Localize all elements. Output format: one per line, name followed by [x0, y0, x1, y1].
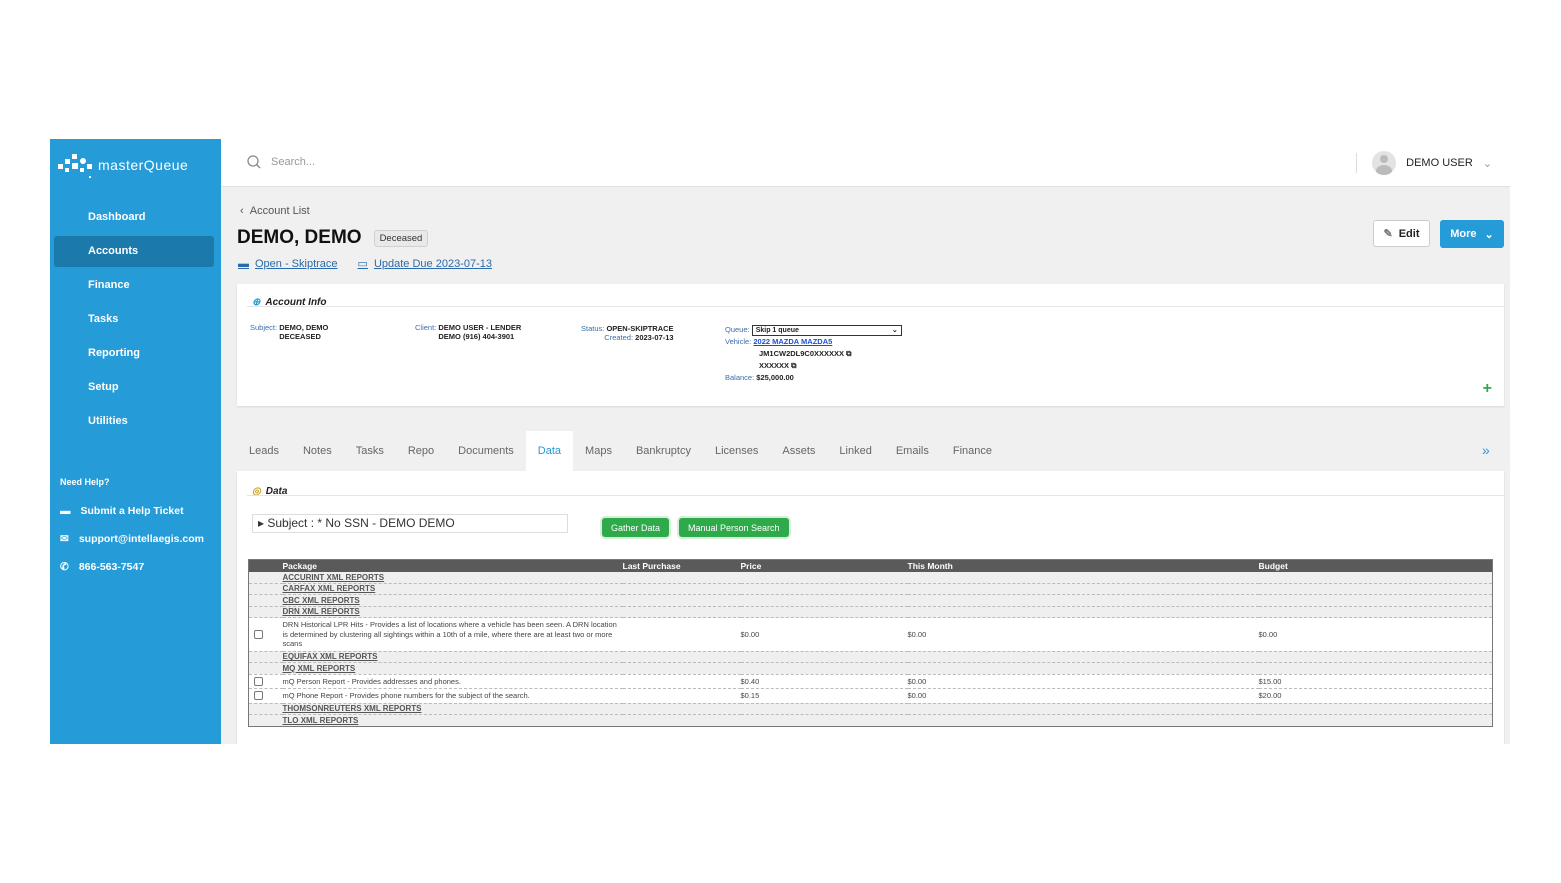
- status-badge: Deceased: [373, 229, 429, 247]
- app: masterQueue Dashboard Accounts Finance Task…: [50, 139, 1510, 744]
- table-row: mQ Person Report - Provides addresses an…: [248, 674, 1493, 689]
- copy-icon[interactable]: ⧉: [846, 349, 851, 358]
- add-icon[interactable]: +: [1483, 380, 1492, 398]
- tab-notes[interactable]: Notes: [291, 431, 344, 471]
- edit-button[interactable]: ✎ Edit: [1373, 220, 1430, 247]
- group-link[interactable]: EQUIFAX XML REPORTS: [283, 652, 378, 661]
- avatar: [1372, 151, 1397, 175]
- chevron-down-icon: ⌄: [1484, 228, 1494, 241]
- table-group-row: CARFAX XML REPORTS: [248, 583, 1493, 595]
- tab-assets[interactable]: Assets: [770, 431, 827, 471]
- logo[interactable]: masterQueue: [56, 149, 188, 181]
- mail-icon: ✉: [60, 533, 69, 545]
- tab-licenses[interactable]: Licenses: [703, 431, 770, 471]
- folder-icon: ▬: [238, 257, 249, 270]
- table-row: DRN Historical LPR Hits - Provides a lis…: [248, 617, 1493, 652]
- table-header: Package Last Purchase Price This Month Budge…: [248, 559, 1493, 572]
- logo-icon: [58, 154, 92, 178]
- group-link[interactable]: CBC XML REPORTS: [283, 596, 360, 605]
- group-link[interactable]: ACCURINT XML REPORTS: [283, 573, 385, 582]
- chevron-down-icon: ⌄: [1482, 157, 1492, 170]
- subject-select[interactable]: ▸ Subject : * No SSN - DEMO DEMO: [252, 514, 568, 533]
- sidebar-item-dashboard[interactable]: Dashboard: [54, 202, 214, 233]
- vehicle-link[interactable]: 2022 MAZDA MAZDA5: [753, 337, 832, 346]
- table-row: mQ Phone Report - Provides phone numbers…: [248, 688, 1493, 704]
- packages-table: Package Last Purchase Price This Month Budge…: [248, 559, 1493, 727]
- group-link[interactable]: DRN XML REPORTS: [283, 607, 360, 616]
- tab-repo[interactable]: Repo: [396, 431, 446, 471]
- tab-bankruptcy[interactable]: Bankruptcy: [624, 431, 703, 471]
- update-due-link[interactable]: ▭ Update Due 2023-07-13: [357, 257, 492, 271]
- account-info-card: ⊕ Account Info Subject: DEMO, DEMO DECEASE…: [237, 284, 1504, 406]
- divider: [1356, 153, 1357, 173]
- chevron-down-icon: ⌄: [891, 327, 898, 334]
- tab-maps[interactable]: Maps: [573, 431, 624, 471]
- support-phone-link[interactable]: ✆ 866-563-7547: [60, 561, 144, 573]
- sidebar-item-utilities[interactable]: Utilities: [54, 406, 214, 437]
- row-checkbox[interactable]: [254, 676, 263, 686]
- page-title: DEMO, DEMO: [237, 227, 362, 248]
- table-group-row: DRN XML REPORTS: [248, 606, 1493, 618]
- table-group-row: CBC XML REPORTS: [248, 594, 1493, 607]
- sidebar-item-finance[interactable]: Finance: [54, 270, 214, 301]
- table-group-row: TLO XML REPORTS: [248, 714, 1493, 727]
- group-link[interactable]: MQ XML REPORTS: [283, 664, 356, 673]
- queue-select[interactable]: Skip 1 queue ⌄: [751, 325, 902, 336]
- search-input[interactable]: Search...: [247, 155, 315, 169]
- ticket-icon: ▬: [60, 505, 71, 517]
- sidebar-item-tasks[interactable]: Tasks: [54, 304, 214, 335]
- logo-text: masterQueue: [98, 157, 189, 173]
- sidebar-item-reporting[interactable]: Reporting: [54, 338, 214, 369]
- row-checkbox[interactable]: [254, 691, 263, 701]
- tab-leads[interactable]: Leads: [237, 431, 291, 471]
- need-help-heading: Need Help?: [60, 477, 110, 487]
- calendar-icon: ▭: [357, 258, 368, 270]
- search-icon: [247, 155, 261, 169]
- tab-data[interactable]: Data: [525, 431, 574, 471]
- tab-tasks[interactable]: Tasks: [344, 431, 396, 471]
- sidebar-item-accounts[interactable]: Accounts: [54, 236, 214, 267]
- topbar: Search... DEMO USER ⌄: [221, 139, 1510, 187]
- tab-linked[interactable]: Linked: [827, 431, 883, 471]
- phone-icon: ✆: [60, 561, 69, 573]
- tab-finance[interactable]: Finance: [941, 431, 1004, 471]
- breadcrumb[interactable]: ‹ Account List: [240, 205, 310, 217]
- support-email-link[interactable]: ✉ support@intellaegis.com: [60, 533, 204, 545]
- row-checkbox[interactable]: [254, 629, 263, 639]
- double-chevron-right-icon[interactable]: »: [1482, 442, 1490, 458]
- pencil-icon: ✎: [1383, 228, 1393, 240]
- group-link[interactable]: TLO XML REPORTS: [283, 716, 359, 725]
- sidebar: masterQueue Dashboard Accounts Finance Task…: [50, 139, 221, 744]
- group-link[interactable]: THOMSONREUTERS XML REPORTS: [283, 704, 422, 713]
- more-button[interactable]: More ⌄: [1440, 220, 1504, 248]
- help-ticket-link[interactable]: ▬ Submit a Help Ticket: [60, 505, 184, 517]
- table-group-row: EQUIFAX XML REPORTS: [248, 651, 1493, 663]
- tab-emails[interactable]: Emails: [884, 431, 941, 471]
- user-menu[interactable]: DEMO USER ⌄: [1372, 151, 1492, 175]
- status-link[interactable]: ▬ Open - Skiptrace: [238, 257, 338, 270]
- manual-person-search-button[interactable]: Manual Person Search: [679, 518, 789, 537]
- sidebar-item-setup[interactable]: Setup: [54, 372, 214, 403]
- table-group-row: ACCURINT XML REPORTS: [248, 571, 1493, 584]
- table-group-row: THOMSONREUTERS XML REPORTS: [248, 703, 1493, 715]
- gather-data-button[interactable]: Gather Data: [602, 518, 670, 537]
- tab-documents[interactable]: Documents: [446, 431, 526, 471]
- copy-icon[interactable]: ⧉: [791, 361, 796, 370]
- table-group-row: MQ XML REPORTS: [248, 662, 1493, 675]
- group-link[interactable]: CARFAX XML REPORTS: [283, 584, 376, 593]
